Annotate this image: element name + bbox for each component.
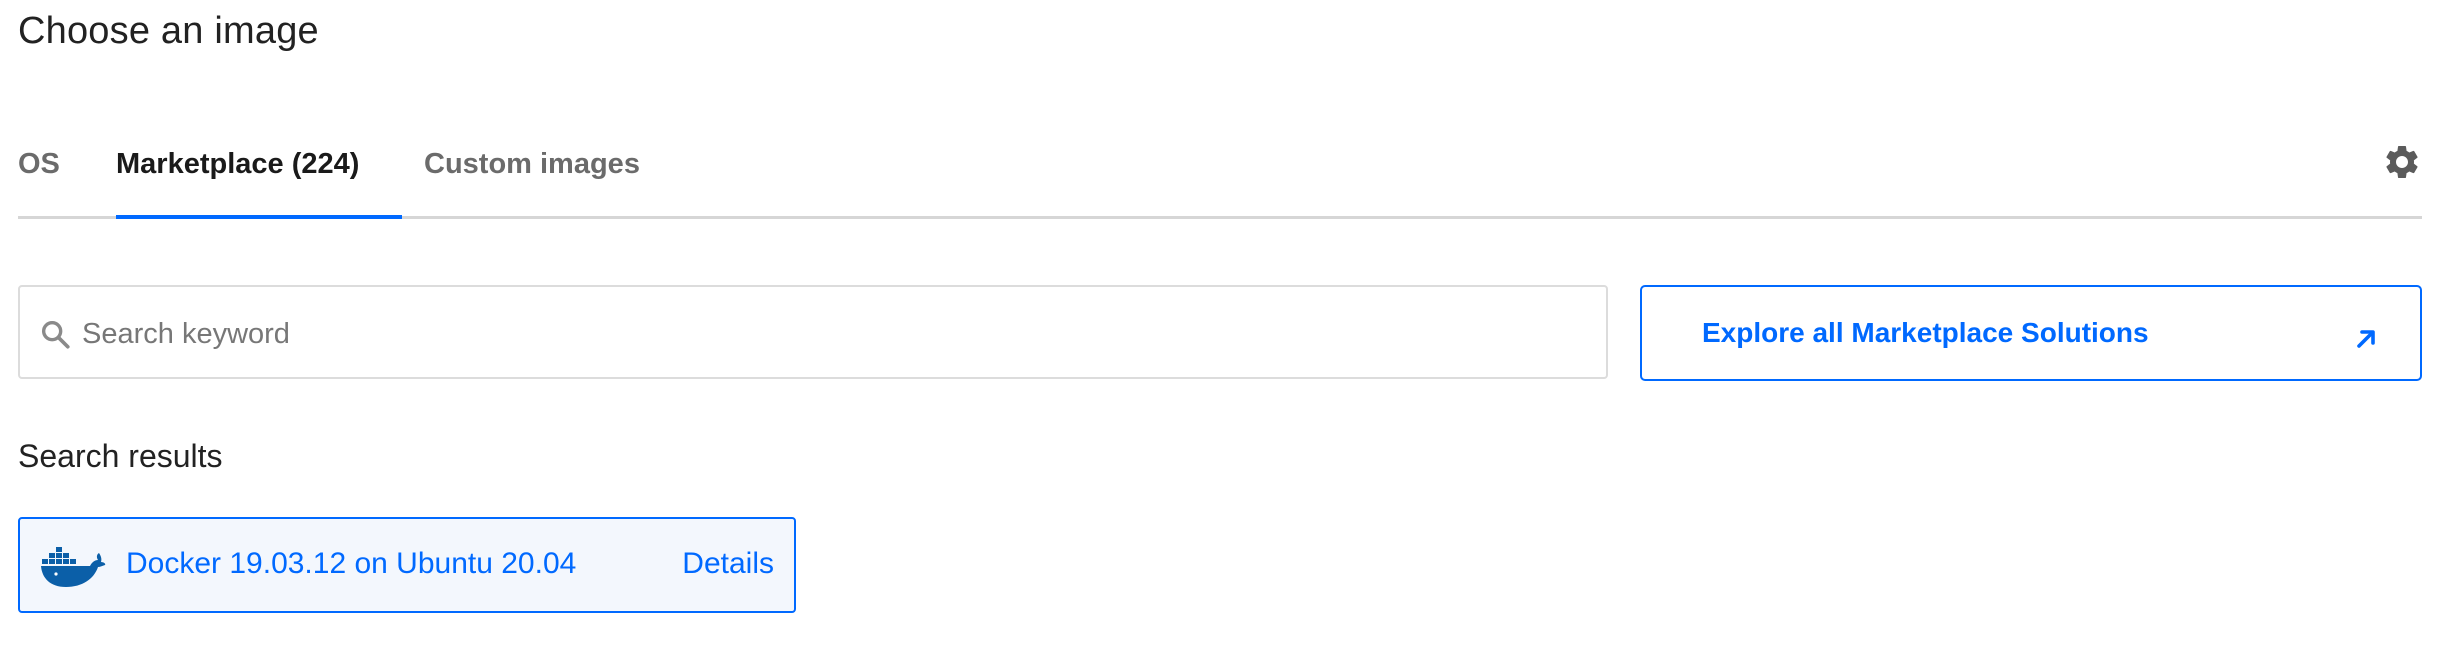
page-title: Choose an image: [18, 10, 319, 52]
external-link-arrow-icon: [2357, 330, 2375, 348]
settings-button[interactable]: [2382, 142, 2422, 182]
search-results-heading: Search results: [18, 438, 223, 474]
tab-marketplace[interactable]: Marketplace (224): [116, 148, 359, 181]
result-card-docker[interactable]: Docker 19.03.12 on Ubuntu 20.04 Details: [18, 517, 796, 613]
explore-marketplace-button[interactable]: Explore all Marketplace Solutions: [1640, 285, 2422, 381]
search-input[interactable]: [80, 305, 1564, 363]
docker-icon: [41, 547, 106, 587]
gear-icon: [2386, 146, 2418, 178]
result-title: Docker 19.03.12 on Ubuntu 20.04: [126, 547, 577, 580]
search-icon: [41, 320, 70, 349]
image-tabs: OS Marketplace (224) Custom images: [18, 128, 2422, 219]
active-tab-underline: [116, 215, 402, 219]
tab-custom-images[interactable]: Custom images: [424, 148, 640, 181]
search-box: [18, 285, 1608, 379]
tab-os[interactable]: OS: [18, 148, 60, 181]
details-link[interactable]: Details: [682, 547, 774, 581]
explore-marketplace-label: Explore all Marketplace Solutions: [1702, 317, 2149, 348]
